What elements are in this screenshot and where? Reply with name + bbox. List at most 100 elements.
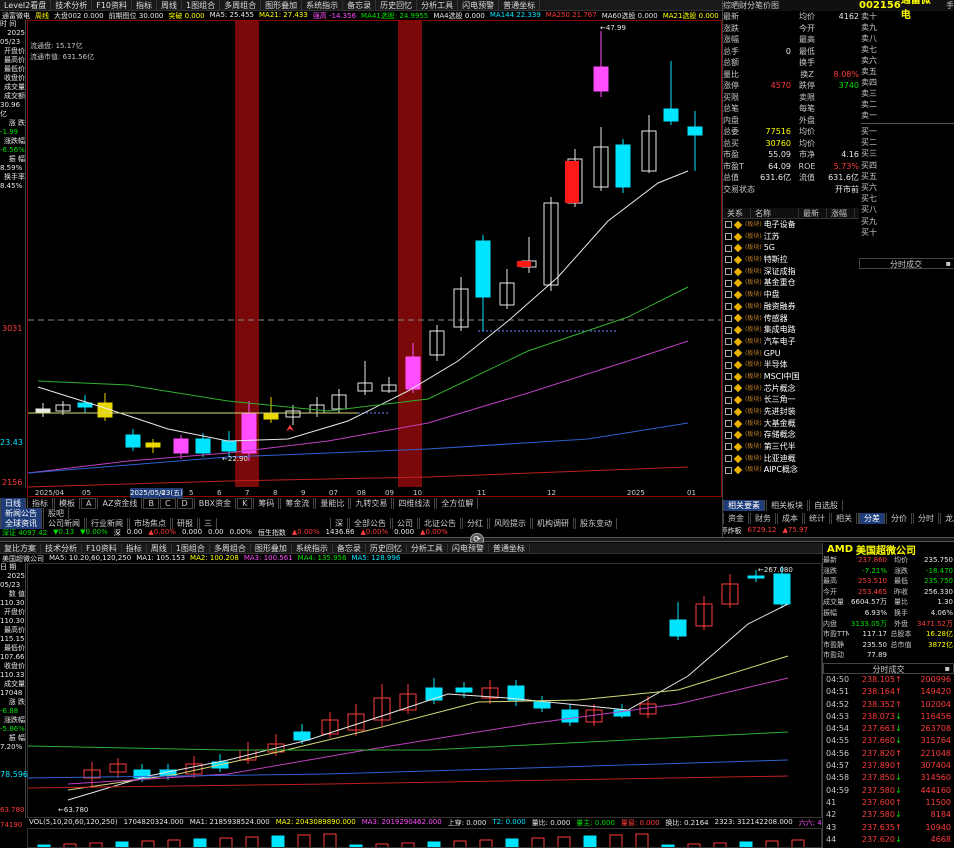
- concept-col-2[interactable]: 最新: [799, 207, 827, 219]
- concept-checkbox[interactable]: [725, 408, 732, 416]
- right-bottom-tab-3[interactable]: 龙虎: [940, 513, 954, 524]
- concept-item[interactable]: (板块) 长三角一: [723, 394, 859, 406]
- concept-item[interactable]: (板块) 融资融券: [723, 301, 859, 313]
- top-toolbar-item-10[interactable]: 历史回忆: [376, 0, 418, 10]
- top-toolbar-item-2[interactable]: F10资料: [92, 0, 132, 10]
- concept-checkbox[interactable]: [725, 420, 732, 428]
- bottom-tab2-5[interactable]: 场道: [858, 513, 859, 524]
- top-toolbar-item-4[interactable]: 周线: [157, 0, 182, 10]
- concept-checkbox[interactable]: [725, 396, 732, 404]
- right-bottom-tab-1[interactable]: 分价: [886, 513, 912, 524]
- top-toolbar-item-13[interactable]: 普通坐标: [499, 0, 541, 10]
- bottom-fenshi-toggle-icon[interactable]: ▪: [945, 664, 950, 673]
- top-toolbar-item-3[interactable]: 指标: [132, 0, 157, 10]
- top-ind-tab-14[interactable]: 四维线法: [393, 498, 436, 509]
- top-ind-tab-10[interactable]: 筹码: [253, 498, 280, 509]
- right-bottom-tab-2[interactable]: 分时: [913, 513, 939, 524]
- concept-checkbox[interactable]: [725, 361, 732, 369]
- concept-item[interactable]: (板块) AIPC概念: [723, 464, 859, 476]
- concept-item[interactable]: (板块) 集成电路: [723, 324, 859, 336]
- top-ind-tab-4[interactable]: AZ资金线: [97, 498, 143, 509]
- bottom-tab2-4[interactable]: 相关: [831, 513, 857, 524]
- concept-item[interactable]: (板块) 存储概念: [723, 429, 859, 441]
- concept-item[interactable]: (板块) 比亚迪概: [723, 453, 859, 465]
- concept-checkbox[interactable]: [725, 443, 732, 451]
- top-toolbar-item-12[interactable]: 闪电预警: [458, 0, 500, 10]
- concept-col-1[interactable]: 名称: [751, 207, 799, 219]
- top-ind-tab-13[interactable]: 九转交易: [350, 498, 393, 509]
- right-bottom-tab-0[interactable]: 分差: [859, 513, 885, 524]
- concept-item[interactable]: (板块) 江苏: [723, 231, 859, 243]
- top-indicator-tabs[interactable]: 日线 指标 模板 A AZ资金线 B C D BBX资金 K 筹码 筹金流 量能比 九转交易 四维线法 全方位…: [0, 498, 722, 509]
- concept-checkbox[interactable]: [725, 268, 732, 276]
- quote-tab-3[interactable]: 分: [747, 0, 755, 11]
- concept-checkbox[interactable]: [725, 349, 732, 357]
- top-toolbar-item-1[interactable]: 技术分析: [51, 0, 93, 10]
- quote-tab-4[interactable]: 笔: [755, 0, 763, 11]
- concept-item[interactable]: (板块) 深证成指: [723, 266, 859, 278]
- bottom-toolbar-item-10[interactable]: 历史回忆: [366, 543, 407, 553]
- concept-item[interactable]: (板块) 芯片概念: [723, 383, 859, 395]
- fenshi-toggle-icon[interactable]: ▪: [946, 259, 951, 268]
- top-ind-tab-8[interactable]: BBX资金: [193, 498, 237, 509]
- concept-checkbox[interactable]: [725, 314, 732, 322]
- concept-checkbox[interactable]: [725, 384, 732, 392]
- concept-checkbox[interactable]: [725, 326, 732, 334]
- concept-item[interactable]: (板块) 先进封装: [723, 406, 859, 418]
- concept-checkbox[interactable]: [725, 221, 732, 229]
- concept-checkbox[interactable]: [725, 466, 732, 474]
- concept-bottom-tab-1[interactable]: 相关板块: [766, 500, 808, 511]
- bottom-toolbar-item-3[interactable]: 指标: [122, 543, 147, 553]
- top-toolbar-item-0[interactable]: Level2看盘: [0, 0, 52, 10]
- concept-item[interactable]: (板块) 半导体: [723, 359, 859, 371]
- right-bottom-tabs[interactable]: 分差分价分时龙虎资讯: [859, 513, 954, 524]
- bottom-tab2-2[interactable]: 成本: [777, 513, 803, 524]
- bottom-toolbar-item-6[interactable]: 多周组合: [210, 543, 251, 553]
- top-ind-tab-15[interactable]: 全方位解: [436, 498, 479, 509]
- quote-tab-2[interactable]: 财: [739, 0, 747, 11]
- top-toolbar-item-7[interactable]: 图形叠加: [261, 0, 303, 10]
- concept-checkbox[interactable]: [725, 373, 732, 381]
- top-toolbar-item-9[interactable]: 备忘录: [343, 0, 377, 10]
- concept-checkbox[interactable]: [725, 303, 732, 311]
- concept-checkbox[interactable]: [725, 291, 732, 299]
- concept-checkbox[interactable]: [725, 244, 732, 252]
- concept-item[interactable]: (板块) 第三代半: [723, 441, 859, 453]
- top-toolbar-item-5[interactable]: 1图组合: [182, 0, 221, 10]
- top-ind-tab-6[interactable]: C: [159, 498, 176, 509]
- concept-checkbox[interactable]: [725, 338, 732, 346]
- concept-bottom-tabs[interactable]: 相关要素 相关板块 自选股: [723, 500, 859, 511]
- bottom-tab2-0[interactable]: 资金: [723, 513, 749, 524]
- bottom-fenshi-header[interactable]: 分时成交 ▪: [823, 662, 954, 674]
- top-ind-tab-9[interactable]: K: [237, 498, 253, 509]
- top-ind-tab-11[interactable]: 筹金流: [280, 498, 315, 509]
- concept-col-3[interactable]: 涨幅: [827, 207, 855, 219]
- concept-item[interactable]: (板块) 汽车电子: [723, 336, 859, 348]
- bottom-tab2-3[interactable]: 统计: [804, 513, 830, 524]
- quote-tab-0[interactable]: 综: [723, 0, 731, 11]
- top-ind-tab-3[interactable]: A: [81, 498, 97, 509]
- top-kline-chart[interactable]: ←47.99 ←22.90 流通盘: 15.17亿 流通市值: 631.56亿: [27, 20, 722, 497]
- bottom-toolbar-item-8[interactable]: 系统指示: [292, 543, 333, 553]
- top-toolbar-item-11[interactable]: 分析工具: [417, 0, 459, 10]
- bottom-toolbar-item-9[interactable]: 备忘录: [333, 543, 366, 553]
- bottom-toolbar-item-12[interactable]: 闪电预警: [448, 543, 489, 553]
- bottom-toolbar-item-5[interactable]: 1图组合: [172, 543, 210, 553]
- concept-item[interactable]: (板块) 基金重仓: [723, 277, 859, 289]
- bottom-toolbar-item-0[interactable]: 复比方案: [0, 543, 41, 553]
- concept-item[interactable]: (板块) 中盘: [723, 289, 859, 301]
- top-ind-tab-5[interactable]: B: [143, 498, 159, 509]
- bottom-toolbar-item-4[interactable]: 周线: [147, 543, 172, 553]
- top-toolbar-item-8[interactable]: 系统指示: [302, 0, 344, 10]
- quote-tab-6[interactable]: 图: [771, 0, 779, 11]
- concept-checkbox[interactable]: [725, 233, 732, 241]
- concept-item[interactable]: (板块) 大基金概: [723, 418, 859, 430]
- bottom-toolbar-item-7[interactable]: 图形叠加: [251, 543, 292, 553]
- fenshi-header[interactable]: 分时成交 ▪: [859, 258, 954, 269]
- split-divider[interactable]: ⟳: [0, 533, 954, 547]
- top-ind-tab-12[interactable]: 量能比: [315, 498, 350, 509]
- top-toolbar-item-6[interactable]: 多周组合: [220, 0, 262, 10]
- bottom-kline-chart[interactable]: ←267.080 ←63.780: [27, 563, 822, 818]
- bottom-toolbar-item-2[interactable]: F10资料: [82, 543, 122, 553]
- top-ind-tab-7[interactable]: D: [176, 498, 193, 509]
